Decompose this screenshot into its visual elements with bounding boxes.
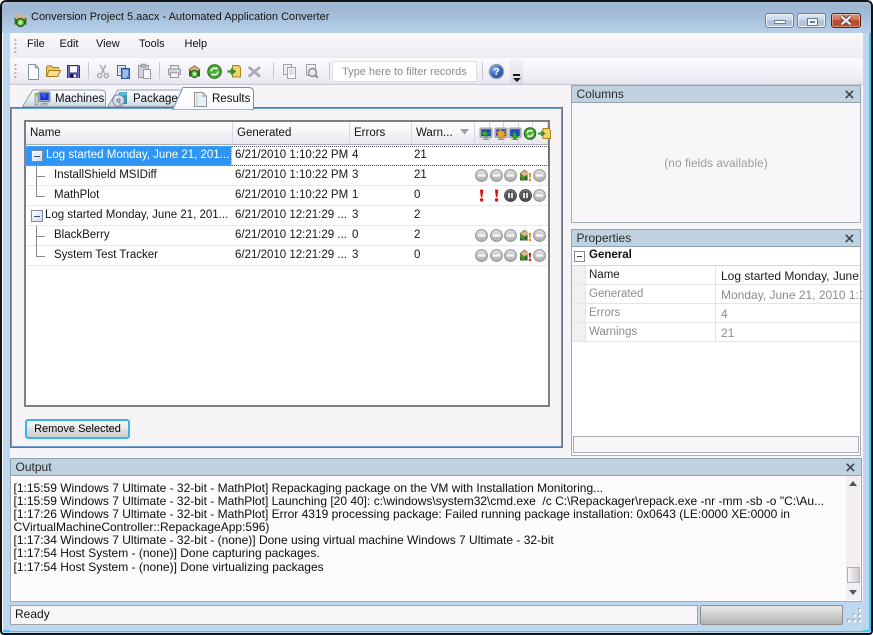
- svg-text:?: ?: [493, 66, 499, 78]
